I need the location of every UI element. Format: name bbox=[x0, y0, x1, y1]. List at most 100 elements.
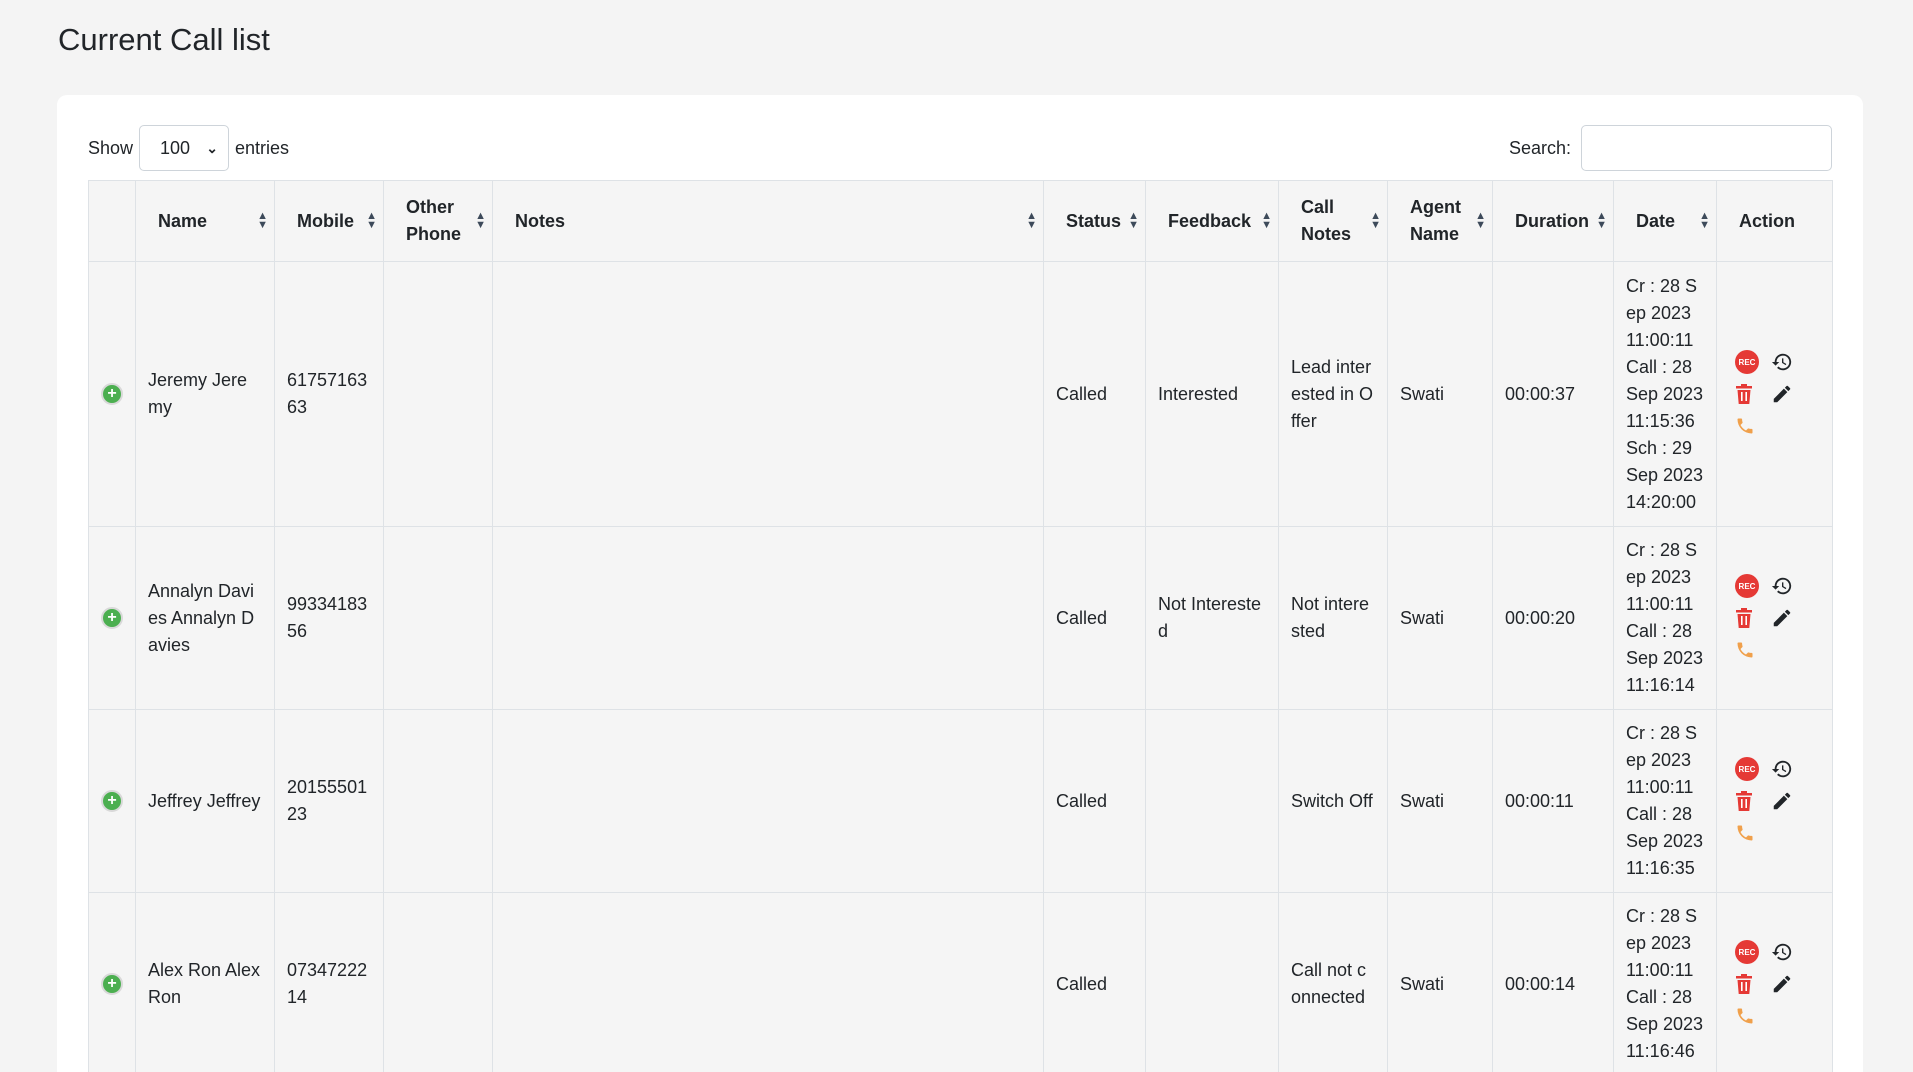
feedback-cell: Interested bbox=[1145, 261, 1279, 527]
mobile-cell: 0734722214 bbox=[274, 892, 384, 1072]
sort-icon: ▲ ▼ bbox=[1699, 210, 1710, 231]
call-notes-cell: Switch Off bbox=[1278, 709, 1388, 893]
show-label: Show bbox=[88, 137, 134, 158]
call-list-table: Name ▲ ▼ Mobile ▲ ▼ Other Phone ▲ ▼ Notes ▲ ▼ St… bbox=[88, 180, 1833, 1072]
mobile-cell: 2015550123 bbox=[274, 709, 384, 893]
phone-icon[interactable] bbox=[1735, 640, 1771, 660]
row-actions: REC bbox=[1729, 936, 1820, 1032]
header-action: Action bbox=[1716, 180, 1833, 262]
table-row: + Alex Ron Alex Ron 0734722214 Called Ca… bbox=[88, 892, 1833, 1072]
entries-length-control: Show 100 ⌄ entries bbox=[88, 125, 289, 171]
call-list-card: Show 100 ⌄ entries Search: Name ▲ ▼ Mobile… bbox=[57, 95, 1863, 1072]
history-icon[interactable] bbox=[1771, 758, 1807, 780]
entries-select[interactable]: 100 ⌄ bbox=[139, 125, 230, 171]
table-header-row: Name ▲ ▼ Mobile ▲ ▼ Other Phone ▲ ▼ Notes ▲ ▼ St… bbox=[88, 180, 1833, 262]
other-phone-cell bbox=[383, 892, 493, 1072]
date-cell: Cr : 28 Sep 2023 11:00:11 Call : 28 Sep … bbox=[1613, 526, 1717, 710]
sort-icon: ▲ ▼ bbox=[366, 210, 377, 231]
row-actions: REC bbox=[1729, 346, 1820, 442]
other-phone-cell bbox=[383, 526, 493, 710]
trash-icon[interactable] bbox=[1735, 974, 1771, 994]
header-status[interactable]: Status ▲ ▼ bbox=[1043, 180, 1146, 262]
header-agent-name[interactable]: Agent Name ▲ ▼ bbox=[1387, 180, 1493, 262]
rec-icon[interactable]: REC bbox=[1735, 757, 1759, 781]
feedback-cell: Not Interested bbox=[1145, 526, 1279, 710]
header-date[interactable]: Date ▲ ▼ bbox=[1613, 180, 1717, 262]
expand-cell: + bbox=[88, 261, 136, 527]
search-label: Search: bbox=[1508, 137, 1571, 158]
trash-icon[interactable] bbox=[1735, 791, 1771, 811]
row-actions: REC bbox=[1729, 753, 1820, 849]
history-icon[interactable] bbox=[1771, 575, 1807, 597]
duration-cell: 00:00:37 bbox=[1492, 261, 1614, 527]
action-cell: REC bbox=[1716, 892, 1833, 1072]
header-notes[interactable]: Notes ▲ ▼ bbox=[492, 180, 1044, 262]
plus-circle-icon[interactable]: + bbox=[101, 790, 123, 812]
date-cell: Cr : 28 Sep 2023 11:00:11 Call : 28 Sep … bbox=[1613, 261, 1717, 527]
call-notes-cell: Lead interested in Offer bbox=[1278, 261, 1388, 527]
phone-icon[interactable] bbox=[1735, 416, 1771, 436]
duration-cell: 00:00:20 bbox=[1492, 526, 1614, 710]
pencil-icon[interactable] bbox=[1771, 790, 1807, 812]
header-other-phone[interactable]: Other Phone ▲ ▼ bbox=[383, 180, 493, 262]
history-icon[interactable] bbox=[1771, 351, 1807, 373]
agent-cell: Swati bbox=[1387, 526, 1493, 710]
status-cell: Called bbox=[1043, 709, 1146, 893]
table-body: + Jeremy Jeremy 6175716363 Called Intere… bbox=[88, 261, 1833, 1072]
chevron-down-icon: ⌄ bbox=[206, 139, 219, 156]
action-cell: REC bbox=[1716, 261, 1833, 527]
notes-cell bbox=[492, 892, 1044, 1072]
notes-cell bbox=[492, 709, 1044, 893]
agent-cell: Swati bbox=[1387, 892, 1493, 1072]
other-phone-cell bbox=[383, 261, 493, 527]
rec-icon[interactable]: REC bbox=[1735, 574, 1759, 598]
agent-cell: Swati bbox=[1387, 709, 1493, 893]
duration-cell: 00:00:11 bbox=[1492, 709, 1614, 893]
rec-icon[interactable]: REC bbox=[1735, 350, 1759, 374]
plus-circle-icon[interactable]: + bbox=[101, 607, 123, 629]
search-control: Search: bbox=[1509, 125, 1832, 171]
history-icon[interactable] bbox=[1771, 941, 1807, 963]
phone-icon[interactable] bbox=[1735, 1006, 1771, 1026]
notes-cell bbox=[492, 261, 1044, 527]
feedback-cell bbox=[1145, 892, 1279, 1072]
sort-icon: ▲ ▼ bbox=[1261, 210, 1272, 231]
agent-cell: Swati bbox=[1387, 261, 1493, 527]
entries-label: entries bbox=[235, 137, 290, 158]
other-phone-cell bbox=[383, 709, 493, 893]
plus-circle-icon[interactable]: + bbox=[101, 973, 123, 995]
action-cell: REC bbox=[1716, 526, 1833, 710]
header-mobile[interactable]: Mobile ▲ ▼ bbox=[274, 180, 384, 262]
table-row: + Jeremy Jeremy 6175716363 Called Intere… bbox=[88, 261, 1833, 527]
pencil-icon[interactable] bbox=[1771, 973, 1807, 995]
header-call-notes[interactable]: Call Notes ▲ ▼ bbox=[1278, 180, 1388, 262]
row-actions: REC bbox=[1729, 570, 1820, 666]
rec-icon[interactable]: REC bbox=[1735, 940, 1759, 964]
header-name[interactable]: Name ▲ ▼ bbox=[135, 180, 275, 262]
status-cell: Called bbox=[1043, 892, 1146, 1072]
name-cell: Annalyn Davies Annalyn Davies bbox=[135, 526, 275, 710]
trash-icon[interactable] bbox=[1735, 384, 1771, 404]
page-title: Current Call list bbox=[58, 22, 270, 57]
call-notes-cell: Call not connected bbox=[1278, 892, 1388, 1072]
plus-circle-icon[interactable]: + bbox=[101, 383, 123, 405]
date-cell: Cr : 28 Sep 2023 11:00:11 Call : 28 Sep … bbox=[1613, 892, 1717, 1072]
call-notes-cell: Not interested bbox=[1278, 526, 1388, 710]
header-duration[interactable]: Duration ▲ ▼ bbox=[1492, 180, 1614, 262]
pencil-icon[interactable] bbox=[1771, 607, 1807, 629]
search-input[interactable] bbox=[1581, 125, 1832, 171]
mobile-cell: 9933418356 bbox=[274, 526, 384, 710]
duration-cell: 00:00:14 bbox=[1492, 892, 1614, 1072]
expand-cell: + bbox=[88, 709, 136, 893]
header-expand bbox=[88, 180, 136, 262]
mobile-cell: 6175716363 bbox=[274, 261, 384, 527]
name-cell: Alex Ron Alex Ron bbox=[135, 892, 275, 1072]
pencil-icon[interactable] bbox=[1771, 383, 1807, 405]
header-feedback[interactable]: Feedback ▲ ▼ bbox=[1145, 180, 1279, 262]
expand-cell: + bbox=[88, 892, 136, 1072]
status-cell: Called bbox=[1043, 526, 1146, 710]
action-cell: REC bbox=[1716, 709, 1833, 893]
trash-icon[interactable] bbox=[1735, 608, 1771, 628]
sort-icon: ▲ ▼ bbox=[1475, 210, 1486, 231]
phone-icon[interactable] bbox=[1735, 823, 1771, 843]
